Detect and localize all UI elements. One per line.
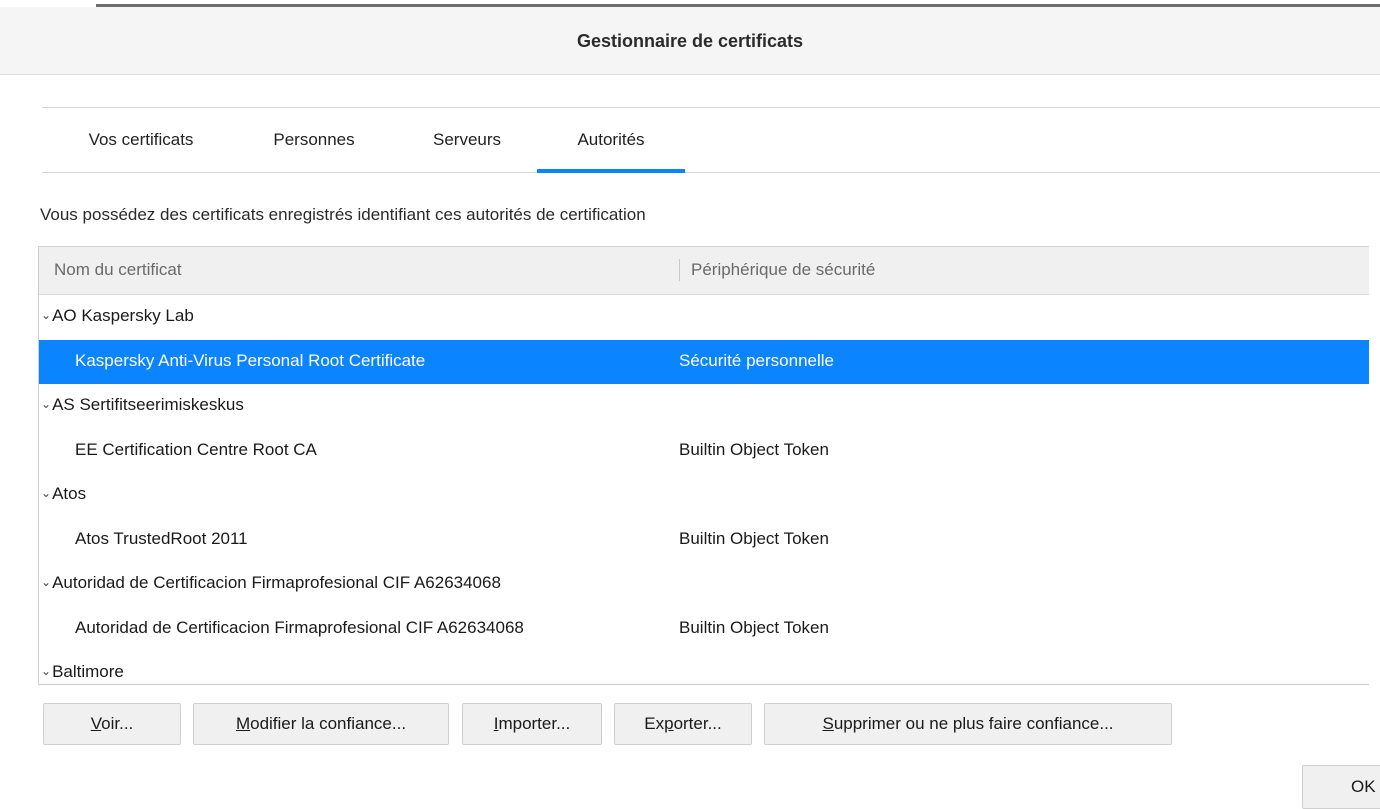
tab-your-certificates[interactable]: Vos certificats (72, 108, 210, 172)
tab-authorities[interactable]: Autorités (537, 108, 685, 173)
row-label: Baltimore (52, 662, 124, 681)
tree-rows: ⌄AO Kaspersky Lab Kaspersky Anti-Virus Pe… (39, 295, 1369, 684)
security-device: Builtin Object Token (679, 439, 829, 459)
export-button[interactable]: Exporter... (614, 703, 752, 745)
view-button[interactable]: Voir... (43, 703, 181, 745)
row-label: Atos (52, 484, 87, 503)
certificate-row[interactable]: Kaspersky Anti-Virus Personal Root Certi… (39, 339, 1369, 384)
group-name: ⌄Atos (41, 484, 86, 504)
window-top-edge (0, 0, 1380, 7)
certificate-row[interactable]: Autoridad de Certificacion Firmaprofesio… (39, 607, 1369, 652)
row-label: AS Sertifitseerimiskeskus (52, 395, 244, 414)
certificate-name: Kaspersky Anti-Virus Personal Root Certi… (75, 351, 425, 371)
dialog-title: Gestionnaire de certificats (576, 31, 804, 51)
security-device: Builtin Object Token (679, 528, 829, 548)
authorities-description: Vous possédez des certificats enregistré… (40, 205, 646, 224)
delete-or-distrust-button[interactable]: Supprimer ou ne plus faire confiance... (764, 703, 1172, 745)
chevron-down-icon[interactable]: ⌄ (41, 575, 51, 589)
certificate-tree[interactable]: Nom du certificat Périphérique de sécuri… (38, 246, 1369, 685)
certificate-row[interactable]: EE Certification Centre Root CA Builtin O… (39, 429, 1369, 474)
certificate-name: EE Certification Centre Root CA (75, 440, 317, 460)
column-header-security-device[interactable]: Périphérique de sécurité (691, 260, 875, 280)
edit-trust-button[interactable]: Modifier la confiance... (193, 703, 449, 745)
row-label: Autoridad de Certificacion Firmaprofesio… (52, 573, 501, 592)
group-name: ⌄AO Kaspersky Lab (41, 306, 194, 326)
tree-group-row[interactable]: ⌄Baltimore (39, 651, 1369, 684)
certificate-row[interactable]: Atos TrustedRoot 2011 Builtin Object Toke… (39, 518, 1369, 563)
tab-bar: Vos certificats Personnes Serveurs Autor… (42, 107, 1380, 173)
button-bar: Voir... Modifier la confiance... Importe… (43, 703, 1380, 745)
column-header-certificate-name[interactable]: Nom du certificat (54, 260, 182, 280)
tree-group-row[interactable]: ⌄Autoridad de Certificacion Firmaprofesi… (39, 562, 1369, 607)
import-button[interactable]: Importer... (462, 703, 602, 745)
group-name: ⌄Autoridad de Certificacion Firmaprofesi… (41, 573, 501, 593)
tab-servers[interactable]: Serveurs (422, 108, 512, 172)
tree-group-row[interactable]: ⌄AO Kaspersky Lab (39, 295, 1369, 340)
row-label: Kaspersky Anti-Virus Personal Root Certi… (75, 350, 426, 370)
column-separator[interactable] (679, 259, 680, 281)
row-label: Autoridad de Certificacion Firmaprofesio… (75, 617, 524, 637)
chevron-down-icon[interactable]: ⌄ (41, 664, 51, 678)
tab-people[interactable]: Personnes (264, 108, 364, 172)
group-name: ⌄Baltimore (41, 662, 124, 682)
tree-group-row[interactable]: ⌄Atos (39, 473, 1369, 518)
certificate-name: Autoridad de Certificacion Firmaprofesio… (75, 618, 524, 638)
row-label: AO Kaspersky Lab (52, 306, 194, 325)
dialog-titlebar: Gestionnaire de certificats (0, 7, 1380, 75)
security-device: Sécurité personnelle (679, 350, 834, 370)
ok-button[interactable]: OK (1302, 765, 1380, 809)
tree-header: Nom du certificat Périphérique de sécuri… (39, 247, 1369, 295)
row-label: EE Certification Centre Root CA (75, 439, 317, 459)
group-name: ⌄AS Sertifitseerimiskeskus (41, 395, 244, 415)
tree-group-row[interactable]: ⌄AS Sertifitseerimiskeskus (39, 384, 1369, 429)
certificate-name: Atos TrustedRoot 2011 (75, 529, 248, 549)
chevron-down-icon[interactable]: ⌄ (41, 308, 51, 322)
chevron-down-icon[interactable]: ⌄ (41, 397, 51, 411)
security-device: Builtin Object Token (679, 617, 829, 637)
row-label: Atos TrustedRoot 2011 (75, 528, 248, 548)
chevron-down-icon[interactable]: ⌄ (41, 486, 51, 500)
